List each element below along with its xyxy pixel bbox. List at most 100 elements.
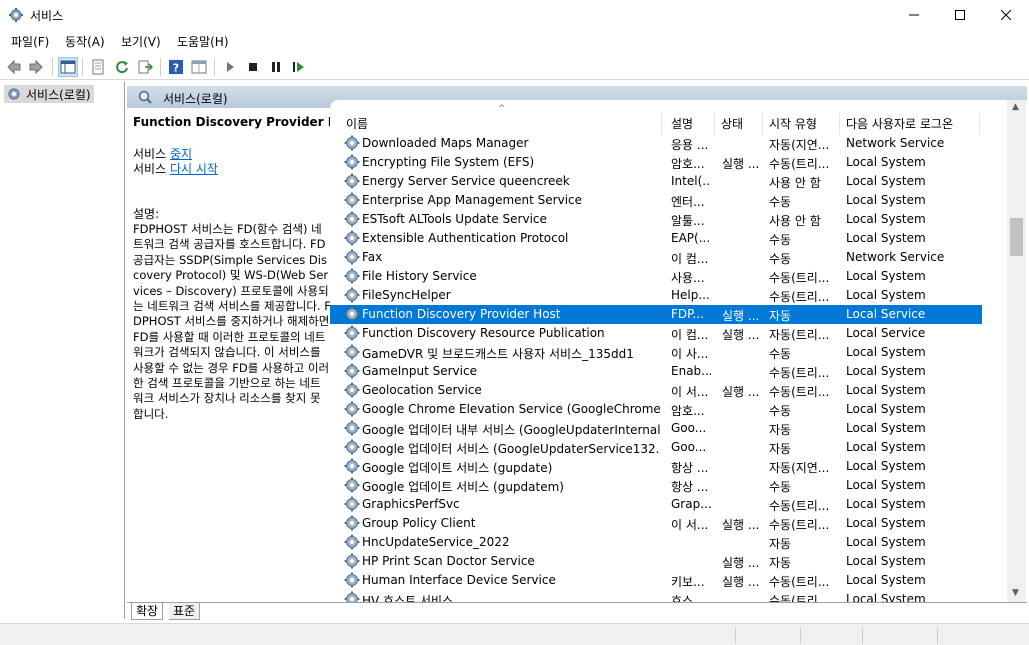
- help-button[interactable]: ?: [166, 57, 186, 77]
- column-status[interactable]: 상태: [715, 113, 763, 135]
- service-log-on-as: Local System: [846, 288, 926, 302]
- services-pane: 서비스(로컬) Function Discovery Provider Host…: [127, 82, 1029, 619]
- service-row[interactable]: GameInput Service Enab... 수동(트리... Local Sy…: [330, 362, 982, 381]
- start-icon: [227, 62, 234, 72]
- scroll-up-icon[interactable]: ▲: [1012, 102, 1019, 112]
- service-startup-type: 수동: [769, 233, 792, 247]
- service-name: GraphicsPerfSvc: [362, 497, 460, 511]
- service-gear-icon: [344, 458, 360, 474]
- service-row[interactable]: HP Print Scan Doctor Service 실행 ... 자동 Loca…: [330, 552, 982, 571]
- service-name: FileSyncHelper: [362, 288, 451, 302]
- service-startup-type: 자동(지연...: [769, 138, 830, 152]
- stop-service-link[interactable]: 중지: [170, 147, 192, 161]
- title-bar: 서비스: [0, 0, 1029, 30]
- scroll-down-icon[interactable]: ▼: [1012, 588, 1019, 598]
- service-row[interactable]: Google 업데이터 서비스 (GoogleUpdaterService132…: [330, 438, 982, 457]
- service-row[interactable]: GameDVR 및 브로드캐스트 사용자 서비스_135dd1 이 사... 수동 L…: [330, 343, 982, 362]
- service-name: Function Discovery Resource Publication: [362, 326, 605, 340]
- service-row[interactable]: Group Policy Client 이 서... 실행 ... 수동(트리... L…: [330, 514, 982, 533]
- tree-item-services-local[interactable]: 서비스(로컬): [4, 85, 94, 103]
- service-name: HncUpdateService_2022: [362, 535, 510, 549]
- service-name: Enterprise App Management Service: [362, 193, 583, 207]
- service-row[interactable]: Google Chrome Elevation Service (GoogleC…: [330, 400, 982, 419]
- service-row[interactable]: Google 업데이트 서비스 (gupdate) 항상 ... 자동(지연... L…: [330, 457, 982, 476]
- service-startup-type: 수동: [769, 195, 792, 209]
- action-prefix: 서비스: [133, 147, 170, 161]
- service-name: Extensible Authentication Protocol: [362, 231, 569, 245]
- menu-file[interactable]: 파일(F): [11, 33, 49, 50]
- service-row[interactable]: Function Discovery Resource Publication 이…: [330, 324, 982, 343]
- column-log-on-as[interactable]: 다음 사용자로 로그온: [840, 113, 980, 135]
- tab-extended[interactable]: 확장: [131, 603, 164, 620]
- view-tabs: 확장 표준: [127, 602, 1027, 620]
- service-description-cell: 암호...: [671, 404, 705, 418]
- service-description-cell: FDP...: [671, 307, 704, 321]
- service-log-on-as: Local System: [846, 155, 926, 169]
- stop-action-line: 서비스 중지: [133, 147, 330, 162]
- view-button[interactable]: [189, 57, 209, 77]
- service-gear-icon: [344, 439, 360, 455]
- column-startup-type[interactable]: 시작 유형: [763, 113, 840, 135]
- service-startup-type: 자동: [769, 423, 792, 437]
- tab-standard[interactable]: 표준: [169, 603, 201, 620]
- service-startup-type: 수동(트리...: [769, 518, 830, 532]
- service-row[interactable]: Geolocation Service 이 서... 실행 ... 수동(트리... L…: [330, 381, 982, 400]
- column-description[interactable]: 설명: [665, 113, 715, 135]
- forward-button[interactable]: [26, 57, 46, 77]
- menu-view[interactable]: 보기(V): [121, 33, 161, 50]
- close-icon: [1001, 10, 1011, 20]
- service-row[interactable]: File History Service 사용... 수동(트리... Local S…: [330, 267, 982, 286]
- service-startup-type: 수동(트리...: [769, 366, 830, 380]
- pause-service-button[interactable]: [266, 57, 286, 77]
- scroll-thumb[interactable]: [1010, 218, 1023, 256]
- service-row[interactable]: GraphicsPerfSvc Grap... 수동(트리... Local Syst…: [330, 495, 982, 514]
- service-description-cell: 알툴...: [671, 214, 705, 228]
- service-gear-icon: [344, 515, 360, 531]
- menu-help[interactable]: 도움말(H): [177, 33, 229, 50]
- action-prefix: 서비스: [133, 162, 170, 176]
- service-row[interactable]: Extensible Authentication Protocol EAP(..…: [330, 229, 982, 248]
- service-startup-type: 자동: [769, 309, 792, 323]
- service-row[interactable]: FileSyncHelper Help... 수동(트리... Local Syste…: [330, 286, 982, 305]
- restart-service-button[interactable]: [289, 57, 309, 77]
- console-tree-button[interactable]: [58, 57, 78, 77]
- export-icon: [138, 60, 153, 74]
- restart-action-line: 서비스 다시 시작: [133, 162, 330, 177]
- stop-icon: [249, 63, 257, 71]
- service-row[interactable]: Google 업데이터 내부 서비스 (GoogleUpdaterInterna…: [330, 419, 982, 438]
- service-startup-type: 자동: [769, 442, 792, 456]
- close-button[interactable]: [983, 0, 1029, 30]
- properties-button[interactable]: [88, 57, 108, 77]
- service-description-cell: 이 서...: [671, 385, 709, 399]
- export-button[interactable]: [135, 57, 155, 77]
- console-tree-icon: [60, 60, 76, 74]
- service-row[interactable]: Function Discovery Provider Host FDP... 실행…: [330, 305, 982, 324]
- stop-service-button[interactable]: [243, 57, 263, 77]
- service-row[interactable]: Enterprise App Management Service 엔터... 수동…: [330, 191, 982, 210]
- minimize-button[interactable]: [891, 0, 937, 30]
- service-log-on-as: Local System: [846, 421, 926, 435]
- service-description-cell: 엔터...: [671, 195, 705, 209]
- service-row[interactable]: ESTsoft ALTools Update Service 알툴... 사용 안 …: [330, 210, 982, 229]
- status-separator: [862, 627, 863, 643]
- service-row[interactable]: Human Interface Device Service 키보... 실행 ..…: [330, 571, 982, 590]
- menu-action[interactable]: 동작(A): [65, 33, 105, 50]
- maximize-button[interactable]: [937, 0, 983, 30]
- restart-service-link[interactable]: 다시 시작: [170, 162, 218, 176]
- start-service-button[interactable]: [220, 57, 240, 77]
- service-row[interactable]: Fax 이 컴... 수동 Network Service: [330, 248, 982, 267]
- status-separator: [735, 627, 736, 643]
- column-name[interactable]: 이름: [340, 113, 662, 135]
- service-gear-icon: [344, 287, 360, 303]
- back-button[interactable]: [4, 57, 24, 77]
- service-gear-icon: [344, 534, 360, 550]
- refresh-button[interactable]: [112, 57, 132, 77]
- service-log-on-as: Local System: [846, 345, 926, 359]
- service-row[interactable]: Energy Server Service queencreek Intel(..…: [330, 172, 982, 191]
- service-row[interactable]: Google 업데이트 서비스 (gupdatem) 항상 ... 수동 Local …: [330, 476, 982, 495]
- service-row[interactable]: Encrypting File System (EFS) 암호... 실행 ... 수…: [330, 153, 982, 172]
- service-log-on-as: Local System: [846, 193, 926, 207]
- vertical-scrollbar[interactable]: ▲ ▼: [1007, 100, 1026, 602]
- service-row[interactable]: Downloaded Maps Manager 응용 ... 자동(지연... Net…: [330, 134, 982, 153]
- service-row[interactable]: HncUpdateService_2022 자동 Local System: [330, 533, 982, 552]
